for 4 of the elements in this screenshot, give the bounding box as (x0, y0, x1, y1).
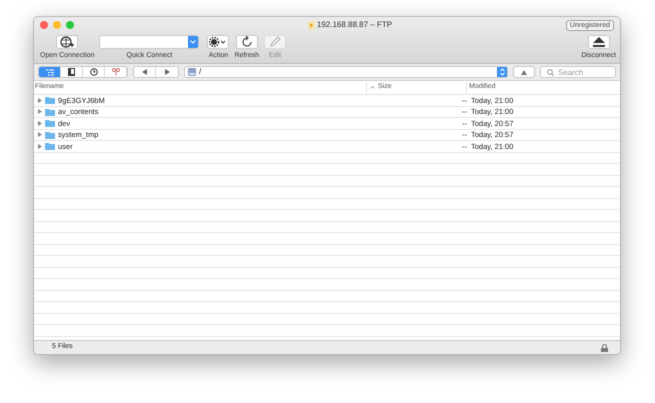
path-field[interactable]: / (184, 66, 508, 78)
search-field[interactable]: Search (540, 66, 616, 78)
path-text: / (199, 68, 202, 76)
window-title: 192.168.88.87 – FTP (316, 19, 392, 31)
